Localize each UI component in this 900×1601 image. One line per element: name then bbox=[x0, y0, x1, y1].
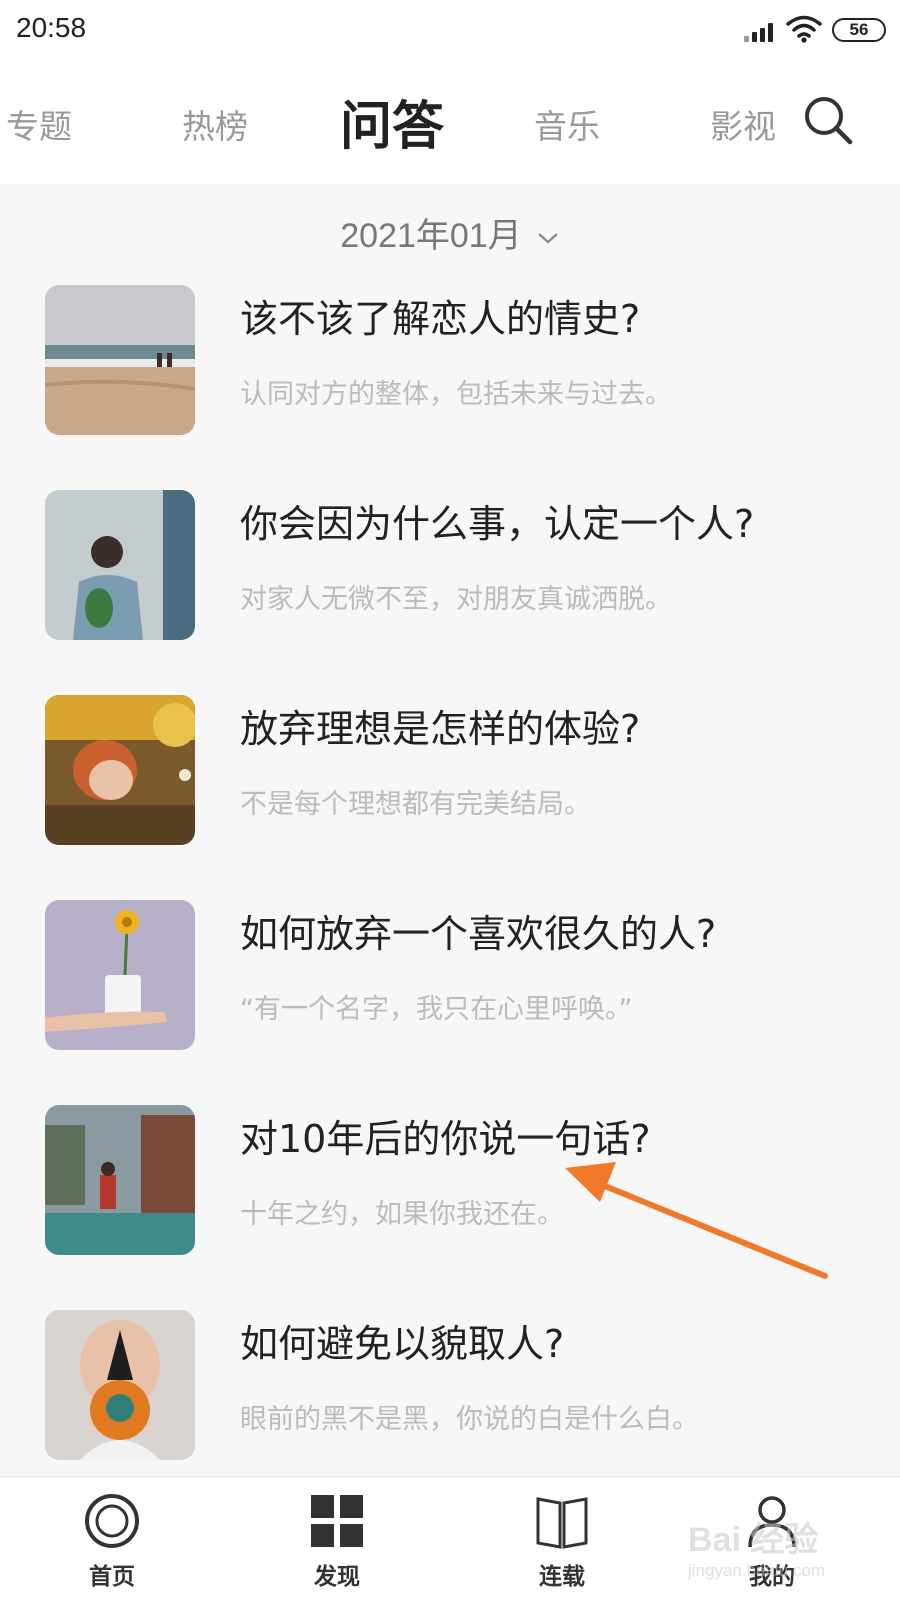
question-list: 该不该了解恋人的情史? 认同对方的整体，包括未来与过去。 你会因为什么事，认定一… bbox=[0, 270, 900, 1500]
thumbnail-image bbox=[45, 285, 195, 435]
thumbnail-image bbox=[45, 490, 195, 640]
nav-label: 连载 bbox=[539, 1564, 585, 1590]
tab-qa[interactable]: 问答 bbox=[340, 84, 444, 159]
list-item[interactable]: 你会因为什么事，认定一个人? 对家人无微不至，对朋友真诚洒脱。 bbox=[0, 475, 900, 680]
thumbnail-image bbox=[45, 1310, 195, 1460]
search-icon[interactable] bbox=[802, 94, 856, 148]
tab-topics[interactable]: 专题 bbox=[6, 100, 72, 148]
item-title: 该不该了解恋人的情史? bbox=[240, 297, 641, 341]
circle-home-icon bbox=[85, 1494, 139, 1548]
thumbnail-image bbox=[45, 695, 195, 845]
item-subtitle: “有一个名字，我只在心里呼唤。” bbox=[240, 994, 633, 1025]
status-bar: 20:58 56 bbox=[0, 0, 900, 62]
thumbnail-image bbox=[45, 1105, 195, 1255]
list-item[interactable]: 放弃理想是怎样的体验? 不是每个理想都有完美结局。 bbox=[0, 680, 900, 885]
watermark-logo: Bai 经验 jingyan.baidu.com bbox=[688, 1521, 826, 1580]
item-subtitle: 认同对方的整体，包括未来与过去。 bbox=[240, 379, 672, 410]
tab-film[interactable]: 影视 bbox=[710, 100, 776, 148]
item-title: 如何避免以貌取人? bbox=[240, 1322, 565, 1366]
item-subtitle: 不是每个理想都有完美结局。 bbox=[240, 789, 591, 820]
thumbnail-image bbox=[45, 900, 195, 1050]
signal-icon bbox=[744, 20, 778, 42]
item-title: 如何放弃一个喜欢很久的人? bbox=[240, 912, 717, 956]
nav-discover[interactable]: 发现 bbox=[277, 1477, 397, 1601]
nav-serial[interactable]: 连载 bbox=[502, 1477, 622, 1601]
tab-music[interactable]: 音乐 bbox=[534, 100, 600, 148]
item-title: 你会因为什么事，认定一个人? bbox=[240, 502, 755, 546]
top-tab-bar: 专题 热榜 问答 音乐 影视 bbox=[0, 62, 900, 184]
item-title: 放弃理想是怎样的体验? bbox=[240, 707, 641, 751]
item-subtitle: 眼前的黑不是黑，你说的白是什么白。 bbox=[240, 1404, 699, 1435]
nav-label: 首页 bbox=[89, 1564, 135, 1590]
chevron-down-icon bbox=[538, 233, 558, 244]
nav-home[interactable]: 首页 bbox=[52, 1477, 172, 1601]
item-subtitle: 十年之约，如果你我还在。 bbox=[240, 1199, 564, 1230]
month-selector[interactable]: 2021年01月 bbox=[0, 208, 900, 257]
battery-indicator: 56 bbox=[832, 18, 886, 42]
nav-label: 发现 bbox=[314, 1564, 360, 1590]
list-item[interactable]: 如何避免以貌取人? 眼前的黑不是黑，你说的白是什么白。 bbox=[0, 1295, 900, 1500]
item-title: 对10年后的你说一句话? bbox=[240, 1117, 651, 1161]
list-item[interactable]: 该不该了解恋人的情史? 认同对方的整体，包括未来与过去。 bbox=[0, 270, 900, 475]
list-item[interactable]: 如何放弃一个喜欢很久的人? “有一个名字，我只在心里呼唤。” bbox=[0, 885, 900, 1090]
book-serial-icon bbox=[536, 1497, 588, 1549]
item-subtitle: 对家人无微不至，对朋友真诚洒脱。 bbox=[240, 584, 672, 615]
wifi-icon bbox=[786, 15, 822, 43]
month-label: 2021年01月 bbox=[340, 217, 522, 255]
grid-discover-icon bbox=[311, 1495, 363, 1547]
status-time: 20:58 bbox=[16, 12, 87, 43]
tab-hot-list[interactable]: 热榜 bbox=[182, 100, 248, 148]
list-item[interactable]: 对10年后的你说一句话? 十年之约，如果你我还在。 bbox=[0, 1090, 900, 1295]
